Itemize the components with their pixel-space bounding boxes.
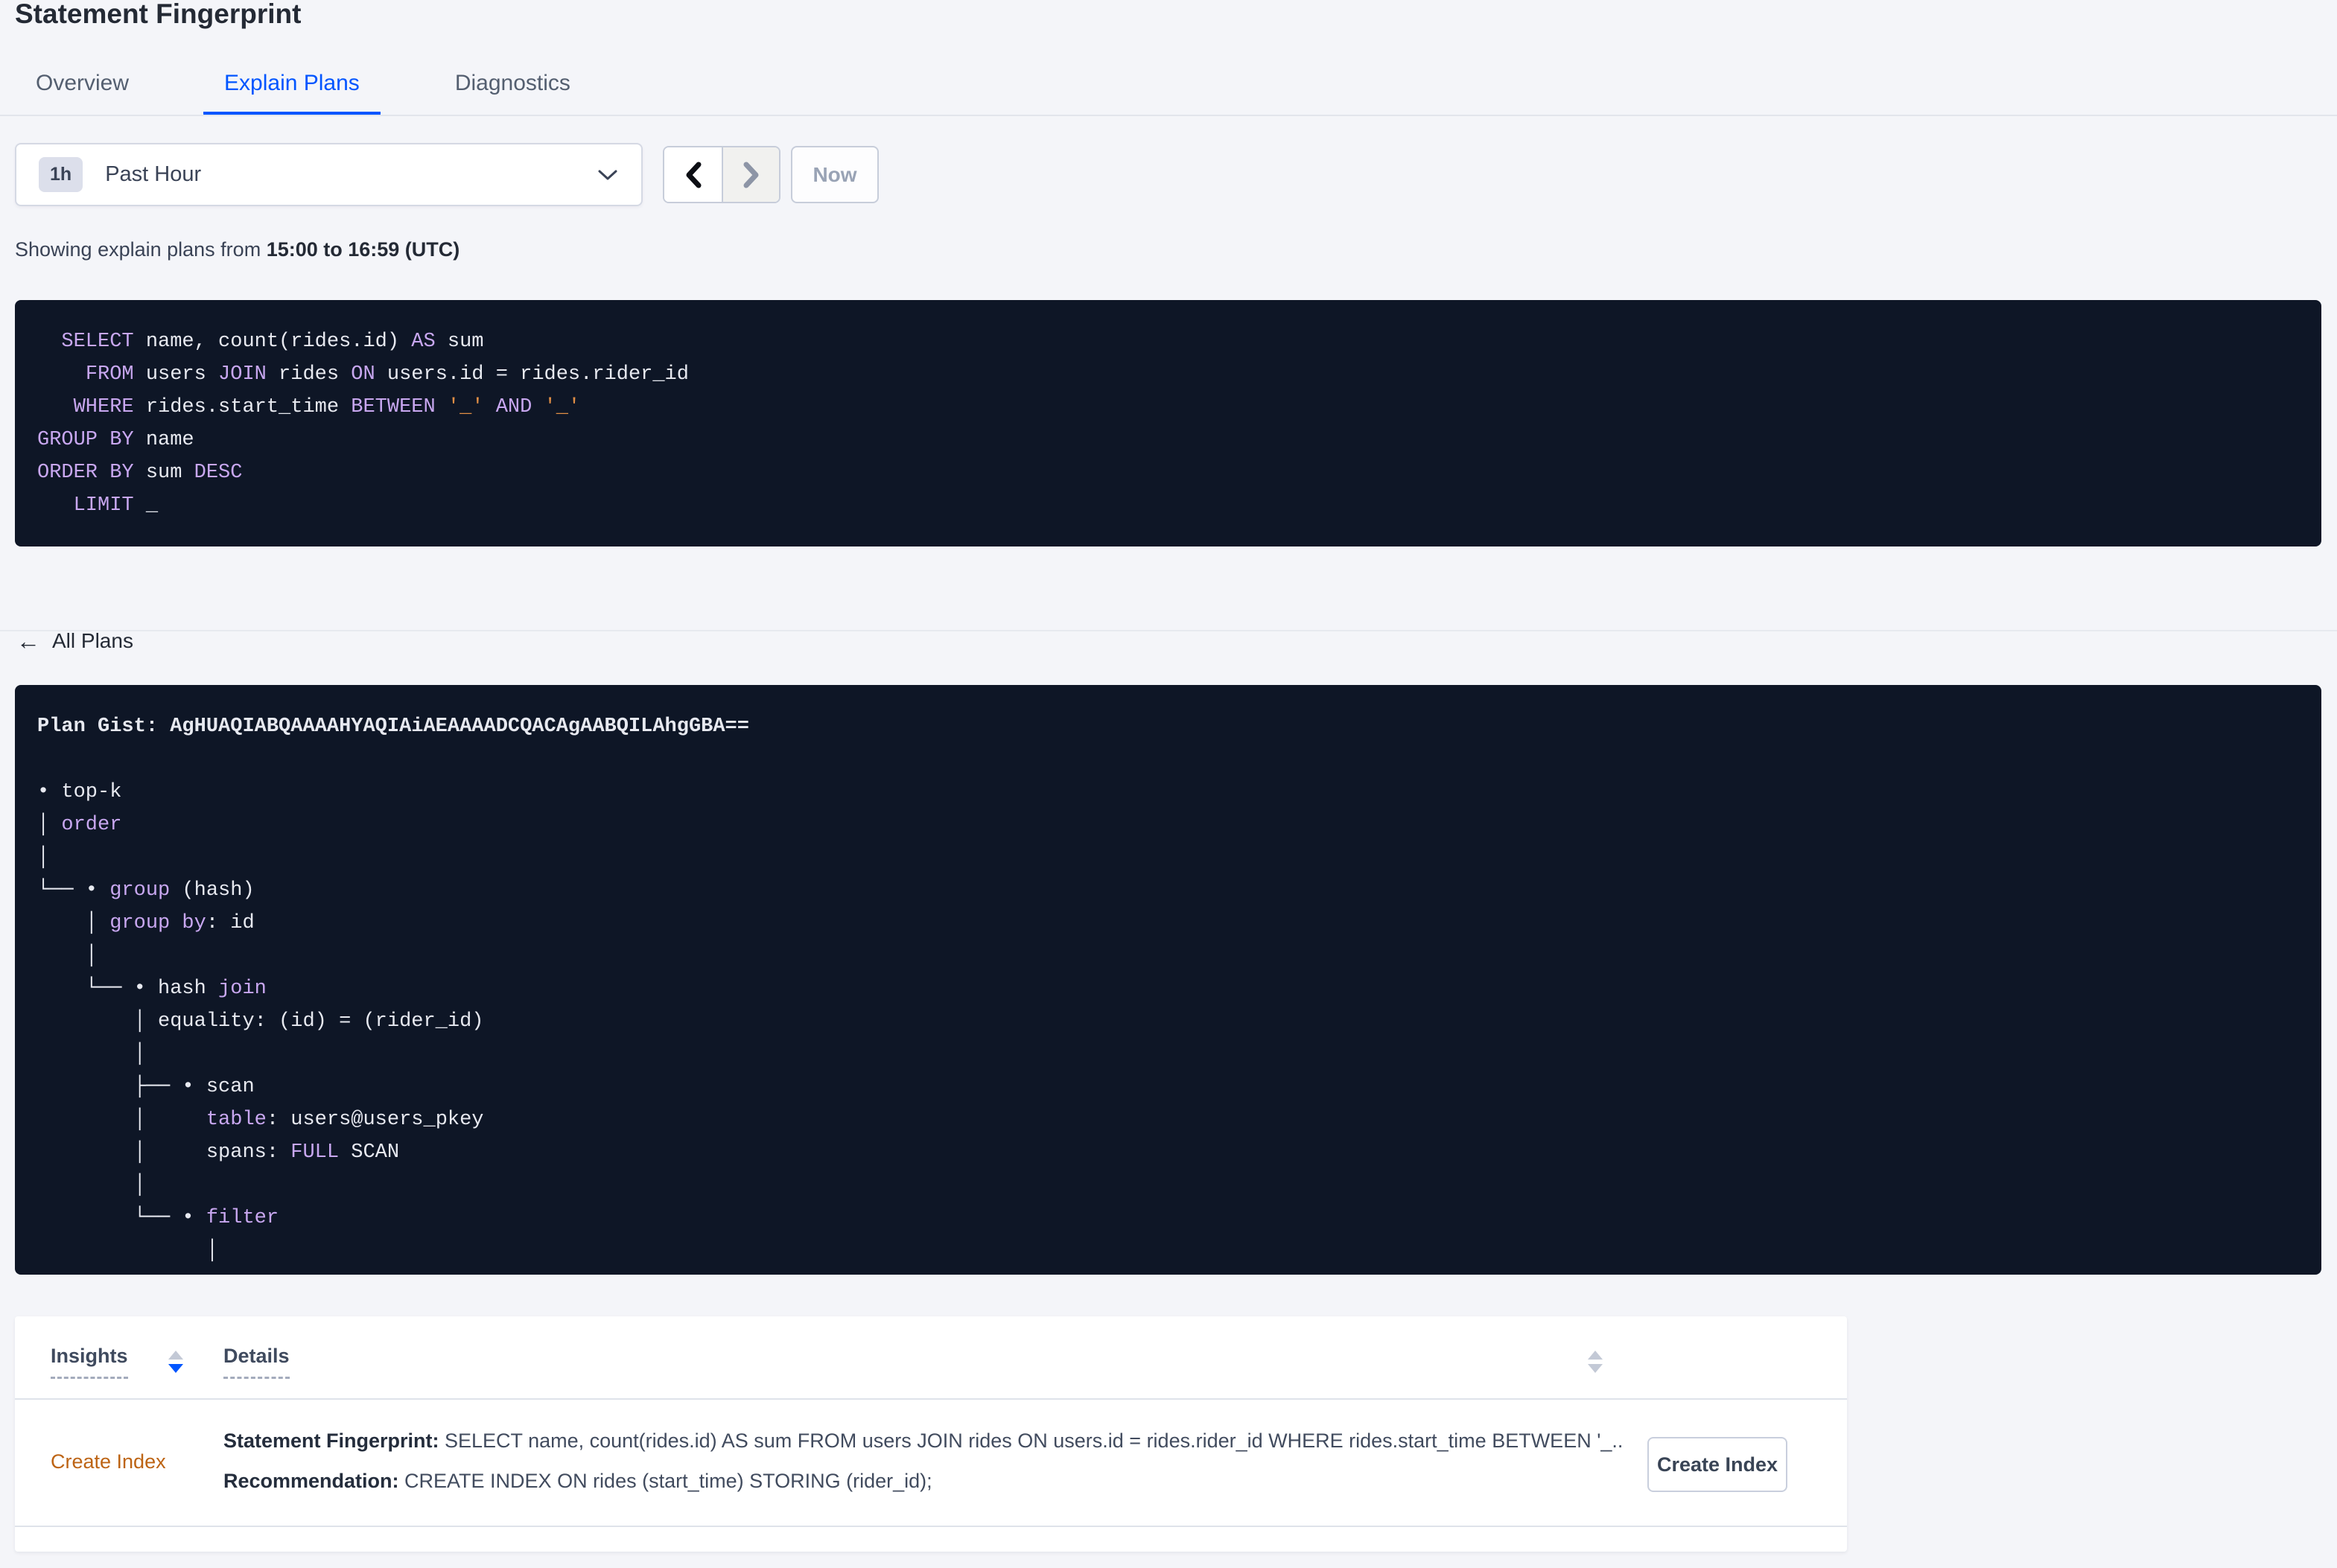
time-nav-control <box>663 146 780 203</box>
time-range-badge: 1h <box>39 157 83 192</box>
code-line: WHERE rides.start_time BETWEEN '_' AND '… <box>73 396 581 418</box>
tab-overview[interactable]: Overview <box>15 70 150 116</box>
all-plans-back-link[interactable]: ← All Plans <box>16 629 133 653</box>
sort-asc-icon <box>168 1351 183 1360</box>
code-line: ├── • scan <box>37 1076 255 1098</box>
time-range-summary: Showing explain plans from 15:00 to 16:5… <box>15 238 460 261</box>
tab-bar: Overview Explain Plans Diagnostics <box>15 70 591 116</box>
code-line: │ <box>37 1240 219 1262</box>
chevron-down-icon <box>598 170 617 179</box>
recommendation-label: Recommendation: <box>223 1470 399 1492</box>
plan-gist-box: Plan Gist: AgHUAQIABQAAAAHYAQIAiAEAAAADC… <box>15 685 2321 1275</box>
code-line: SELECT name, count(rides.id) AS sum <box>61 331 484 353</box>
code-line: │ <box>37 847 50 869</box>
chevron-right-icon <box>743 162 758 188</box>
sql-statement-box: SELECT name, count(rides.id) AS sum FROM… <box>15 300 2321 546</box>
plan-tree: • top-k │ order │ └── • group (hash) │ grou… <box>37 743 2299 1267</box>
statement-fingerprint-label: Statement Fingerprint: <box>223 1430 439 1452</box>
column-header-insights[interactable]: Insights <box>51 1345 128 1379</box>
time-range-label: Past Hour <box>105 162 202 186</box>
code-line: ORDER BY sum DESC <box>37 462 243 484</box>
code-line: │ spans: FULL SCAN <box>37 1141 400 1164</box>
sort-desc-icon <box>1588 1364 1603 1373</box>
code-line: │ <box>37 945 98 967</box>
code-line: • top-k <box>37 781 122 803</box>
sort-asc-icon <box>1588 1351 1603 1360</box>
recommendation-line: Recommendation: CREATE INDEX ON rides (s… <box>223 1461 1624 1501</box>
statement-fingerprint-value: SELECT name, count(rides.id) AS sum FROM… <box>439 1430 1624 1452</box>
tab-explain-plans[interactable]: Explain Plans <box>203 70 381 116</box>
prev-time-button[interactable] <box>664 147 722 202</box>
code-line: └── • hash join <box>37 978 267 1000</box>
time-range-summary-prefix: Showing explain plans from <box>15 238 267 261</box>
insights-table-card: Insights Details Create Index Statement … <box>15 1316 1847 1552</box>
code-line: └── • filter <box>37 1207 279 1229</box>
code-line: │ <box>37 1043 146 1065</box>
sort-desc-icon <box>168 1364 183 1373</box>
section-divider <box>0 630 2337 631</box>
insight-details-cell: Statement Fingerprint: SELECT name, coun… <box>223 1421 1624 1501</box>
tab-bar-divider <box>0 115 2337 116</box>
next-time-button[interactable] <box>722 147 779 202</box>
code-line: LIMIT _ <box>73 494 159 517</box>
sort-control-details[interactable] <box>1588 1351 1603 1373</box>
code-line: └── • group (hash) <box>37 879 255 902</box>
time-range-summary-range: 15:00 to 16:59 (UTC) <box>266 238 460 261</box>
statement-fingerprint-line: Statement Fingerprint: SELECT name, coun… <box>223 1421 1624 1461</box>
table-row-divider <box>15 1526 1847 1527</box>
plan-gist-text: Plan Gist: AgHUAQIABQAAAAHYAQIAiAEAAAADC… <box>37 716 749 738</box>
code-line: │ <box>37 1174 146 1196</box>
code-line: │ group by: id <box>37 912 255 934</box>
code-line: │ table: users@users_pkey <box>37 1109 484 1131</box>
chevron-left-icon <box>686 162 701 188</box>
column-header-details[interactable]: Details <box>223 1345 290 1379</box>
code-line: GROUP BY name <box>37 429 194 451</box>
code-line: │ order <box>37 814 122 836</box>
code-line: │ equality: (id) = (rider_id) <box>37 1010 484 1033</box>
time-range-dropdown[interactable]: 1h Past Hour <box>15 143 643 206</box>
tab-diagnostics[interactable]: Diagnostics <box>434 70 591 116</box>
code-line: FROM users JOIN rides ON users.id = ride… <box>85 363 689 386</box>
now-button[interactable]: Now <box>791 146 879 203</box>
page-title: Statement Fingerprint <box>15 0 302 29</box>
insight-type-link[interactable]: Create Index <box>51 1450 166 1473</box>
arrow-left-icon: ← <box>16 628 40 654</box>
all-plans-label: All Plans <box>52 629 133 652</box>
sort-control-insights[interactable] <box>168 1351 183 1373</box>
statement-fingerprint-page: Statement Fingerprint Overview Explain P… <box>0 0 2337 1568</box>
table-header-divider <box>15 1398 1847 1400</box>
create-index-button[interactable]: Create Index <box>1647 1437 1787 1492</box>
recommendation-value: CREATE INDEX ON rides (start_time) STORI… <box>398 1470 932 1492</box>
